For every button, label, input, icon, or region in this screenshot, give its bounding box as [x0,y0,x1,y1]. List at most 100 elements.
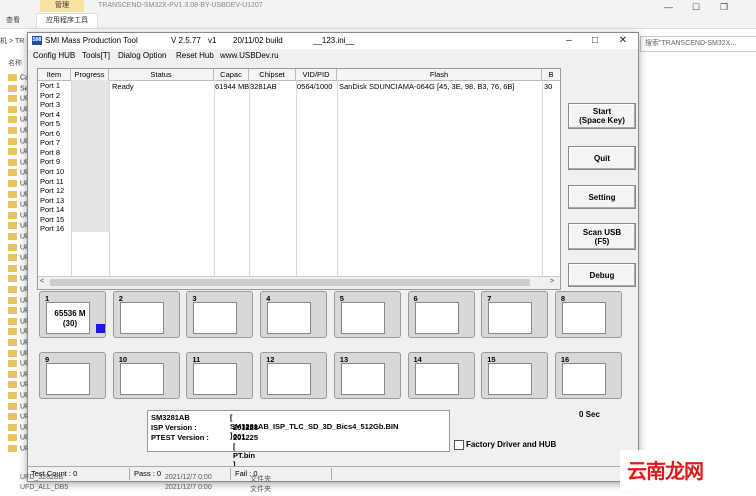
table-row-port-7[interactable]: Port 7 [40,138,60,148]
port-box-5[interactable]: 5 [333,291,401,338]
port-box-4[interactable]: 4 [260,291,328,338]
table-row-port-10[interactable]: Port 10 [40,167,64,177]
port-box-8[interactable]: 8 [554,291,622,338]
col-chipset-header[interactable]: Chipset [249,69,296,80]
explorer-file-type: 文件夹 [250,476,271,483]
port-box-9[interactable]: 9 [39,352,106,399]
explorer-file-row[interactable]: UFD_3282BB 2021/12/7 0:00 文件夹 [20,474,320,484]
table-row-port-14[interactable]: Port 14 [40,205,64,215]
table-row-port-15[interactable]: Port 15 [40,215,64,225]
port-box-7[interactable]: 7 [481,291,549,338]
col-item-header[interactable]: Item [38,69,71,80]
explorer-minimize-icon[interactable]: — [664,2,673,12]
table-row-port-4[interactable]: Port 4 [40,110,60,120]
folder-icon [8,286,17,293]
table-row-port-5[interactable]: Port 5 [40,119,60,129]
table-row-port-2[interactable]: Port 2 [40,91,60,101]
folder-icon [8,222,17,230]
explorer-path[interactable]: 机 > TR [0,36,24,46]
port-box-display [119,363,164,395]
scan-usb-button[interactable]: Scan USB (F5) [568,223,636,250]
col-divider [249,80,250,276]
factory-driver-checkbox[interactable] [454,440,464,450]
port-box-display [340,363,385,395]
explorer-sidebar-item[interactable]: Ca [8,74,29,81]
table-row-port-8[interactable]: Port 8 [40,148,60,158]
ptest-value: 201225 [ PT.bin ] [233,433,259,469]
port-box-6[interactable]: 6 [407,291,475,338]
port-box-16[interactable]: 16 [554,352,622,399]
port-box-10[interactable]: 10 [112,352,180,399]
table-row-port-16[interactable]: Port 16 [40,224,64,234]
scroll-left-icon[interactable]: < [40,278,44,285]
factory-driver-label[interactable]: Factory Driver and HUB [466,440,556,449]
debug-button[interactable]: Debug [568,263,636,287]
col-divider [109,80,110,276]
explorer-file-row[interactable]: UFD_ALL_DB5 2021/12/7 0:00 文件夹 [20,484,320,494]
table-row-port-11[interactable]: Port 11 [40,177,64,187]
port-box-12[interactable]: 12 [260,352,328,399]
minimize-icon[interactable]: – [558,34,580,48]
scroll-right-icon[interactable]: > [550,278,554,285]
elapsed-timer: 0 Sec [579,410,600,419]
explorer-file-name: UFD_3282BB [20,474,64,481]
quit-button[interactable]: Quit [568,146,636,170]
port-box-13[interactable]: 13 [333,352,401,399]
port-box-2[interactable]: 2 [112,291,180,338]
maximize-icon[interactable]: □ [584,34,606,48]
explorer-search-input[interactable]: 搜索"TRANSCEND-SM32X... [640,36,756,52]
menu-bar: Config HUB Tools[T] Dialog Option Reset … [28,49,638,62]
folder-icon [8,328,17,336]
table-row-port-6[interactable]: Port 6 [40,129,60,139]
col-progress-header[interactable]: Progress [71,69,109,80]
port-status-table[interactable]: Item Progress Status Capac Chipset VID/P… [37,68,561,290]
horizontal-scrollbar[interactable]: < > [38,276,560,289]
explorer-sidebar-item[interactable]: Se [8,84,29,92]
table-row-port-1[interactable]: Port 1 [40,81,60,91]
app-icon: SMI [32,36,42,45]
port-box-11[interactable]: 11 [186,352,254,399]
port1-flash-cell: SanDisk SDUNCIAMA-064G [45, 3E, 98, B3, … [339,82,515,91]
folder-icon [8,116,17,124]
table-row-port-9[interactable]: Port 9 [40,157,60,167]
explorer-tab-manage[interactable]: 管理 [40,0,84,12]
close-icon[interactable]: ✕ [612,34,634,48]
folder-icon [8,264,17,272]
col-status-header[interactable]: Status [109,69,214,80]
col-b-header[interactable]: B [542,69,560,80]
col-divider [542,80,543,276]
folder-icon [8,201,17,209]
explorer-tab-app-tools[interactable]: 应用程序工具 [36,13,98,28]
port-box-3[interactable]: 3 [186,291,254,338]
isp-info-line: ISP Version : 201228-001 [151,423,261,441]
folder-icon [8,445,17,452]
menu-tools[interactable]: Tools[T] [82,51,110,60]
explorer-file-type: 文件夹 [250,486,271,493]
table-row-port-3[interactable]: Port 3 [40,100,60,110]
col-vidpid-header[interactable]: VID/PID [296,69,337,80]
menu-dialog-option[interactable]: Dialog Option [118,51,166,60]
port-box-1[interactable]: 1 65536 M (30) [39,291,106,338]
scrollbar-thumb[interactable] [50,279,530,286]
col-capacity-header[interactable]: Capac [214,69,249,80]
explorer-maximize-icon[interactable]: ☐ [692,2,700,13]
app-title: SMI Mass Production Tool [45,36,138,45]
menu-config-hub[interactable]: Config HUB [33,51,75,60]
title-bar: SMI SMI Mass Production Tool V 2.5.77 v1… [28,33,638,49]
ptest-label: PTEST Version : [151,433,209,442]
start-button[interactable]: Start (Space Key) [568,103,636,129]
port-box-display [267,302,312,334]
table-row-port-13[interactable]: Port 13 [40,196,64,206]
app-build: 20/11/02 build [233,36,283,45]
setting-button[interactable]: Setting [568,185,636,209]
folder-icon [8,148,17,156]
port1-capacity-sub: (30) [62,319,78,328]
explorer-tab-view[interactable]: 查看 [6,15,20,25]
port-box-15[interactable]: 15 [481,352,549,399]
col-flash-header[interactable]: Flash [337,69,542,80]
table-row-port-12[interactable]: Port 12 [40,186,64,196]
menu-usbdev-link[interactable]: www.USBDev.ru [220,51,279,60]
menu-reset-hub[interactable]: Reset Hub [176,51,214,60]
port-box-14[interactable]: 14 [407,352,475,399]
explorer-restore-icon[interactable]: ❐ [720,2,728,13]
